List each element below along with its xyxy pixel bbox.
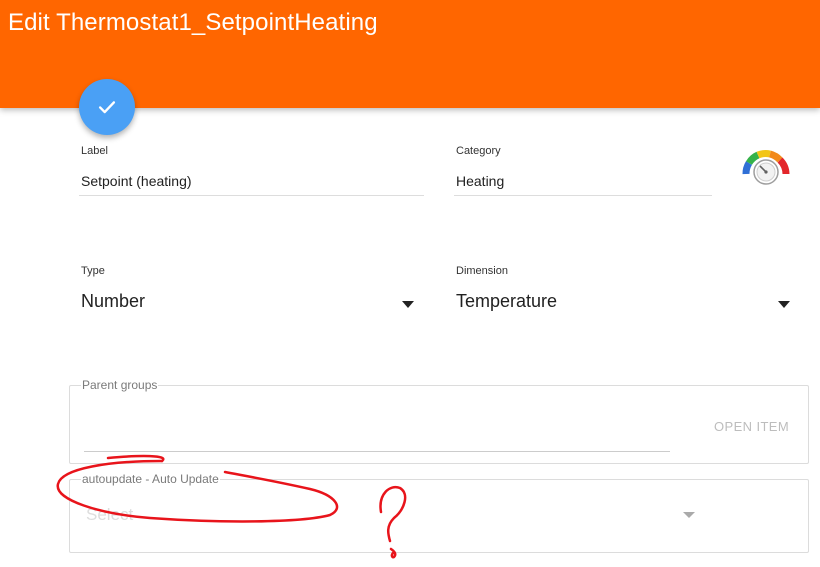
dimension-caption: Dimension — [456, 265, 508, 277]
parent-groups-input[interactable] — [86, 426, 668, 446]
type-select[interactable]: Number — [81, 291, 145, 312]
open-item-button[interactable]: OPEN ITEM — [714, 419, 789, 434]
autoupdate-dropdown-icon[interactable] — [683, 512, 695, 518]
parent-groups-underline — [84, 451, 670, 452]
dimension-dropdown-icon[interactable] — [778, 301, 790, 308]
type-dropdown-icon[interactable] — [402, 301, 414, 308]
category-caption: Category — [456, 145, 501, 157]
category-input[interactable]: Heating — [456, 173, 504, 189]
parent-groups-caption: Parent groups — [81, 378, 159, 392]
parent-groups-box — [69, 385, 809, 464]
type-caption: Type — [81, 265, 105, 277]
save-button[interactable] — [79, 79, 135, 135]
gauge-icon — [742, 150, 790, 185]
label-underline — [79, 195, 424, 196]
dimension-select[interactable]: Temperature — [456, 291, 557, 312]
autoupdate-caption: autoupdate - Auto Update — [81, 472, 220, 486]
autoupdate-select[interactable]: Select — [86, 505, 133, 525]
page-title: Edit Thermostat1_SetpointHeating — [8, 9, 378, 36]
category-underline — [454, 195, 712, 196]
autoupdate-box — [69, 479, 809, 553]
label-caption: Label — [81, 145, 108, 157]
label-input[interactable]: Setpoint (heating) — [81, 173, 192, 189]
check-icon — [98, 101, 116, 114]
